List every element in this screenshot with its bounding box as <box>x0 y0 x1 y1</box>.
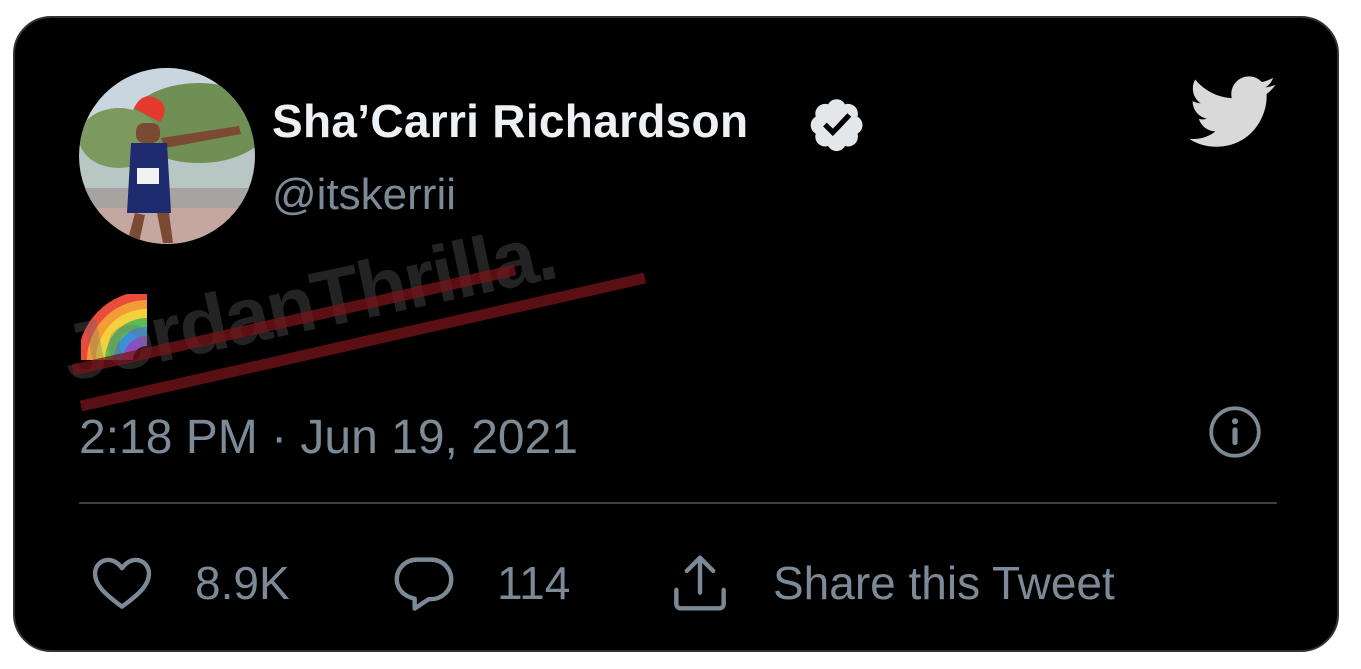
rainbow-emoji-icon <box>81 294 148 361</box>
tweet-timestamp[interactable]: 2:18 PM · Jun 19, 2021 <box>79 410 578 465</box>
display-name[interactable]: Sha’Carri Richardson <box>272 94 748 148</box>
user-handle[interactable]: @itskerrii <box>272 170 456 220</box>
share-button[interactable]: Share this Tweet <box>667 550 1115 616</box>
verified-badge-icon <box>810 99 863 152</box>
reply-button[interactable]: 114 <box>391 550 570 616</box>
twitter-bird-icon[interactable] <box>1189 76 1277 150</box>
speech-bubble-icon <box>394 557 454 611</box>
share-upload-icon <box>674 555 726 611</box>
like-count: 8.9K <box>195 557 290 609</box>
avatar-photo <box>79 68 255 244</box>
share-label: Share this Tweet <box>773 557 1115 609</box>
avatar[interactable] <box>79 68 255 244</box>
divider <box>79 502 1277 504</box>
like-button[interactable]: 8.9K <box>89 550 290 616</box>
heart-icon <box>92 557 152 609</box>
info-icon[interactable] <box>1207 404 1263 460</box>
reply-count: 114 <box>497 557 571 609</box>
tweet-card: Sha’Carri Richardson @itskerrii JordanTh… <box>13 16 1339 652</box>
